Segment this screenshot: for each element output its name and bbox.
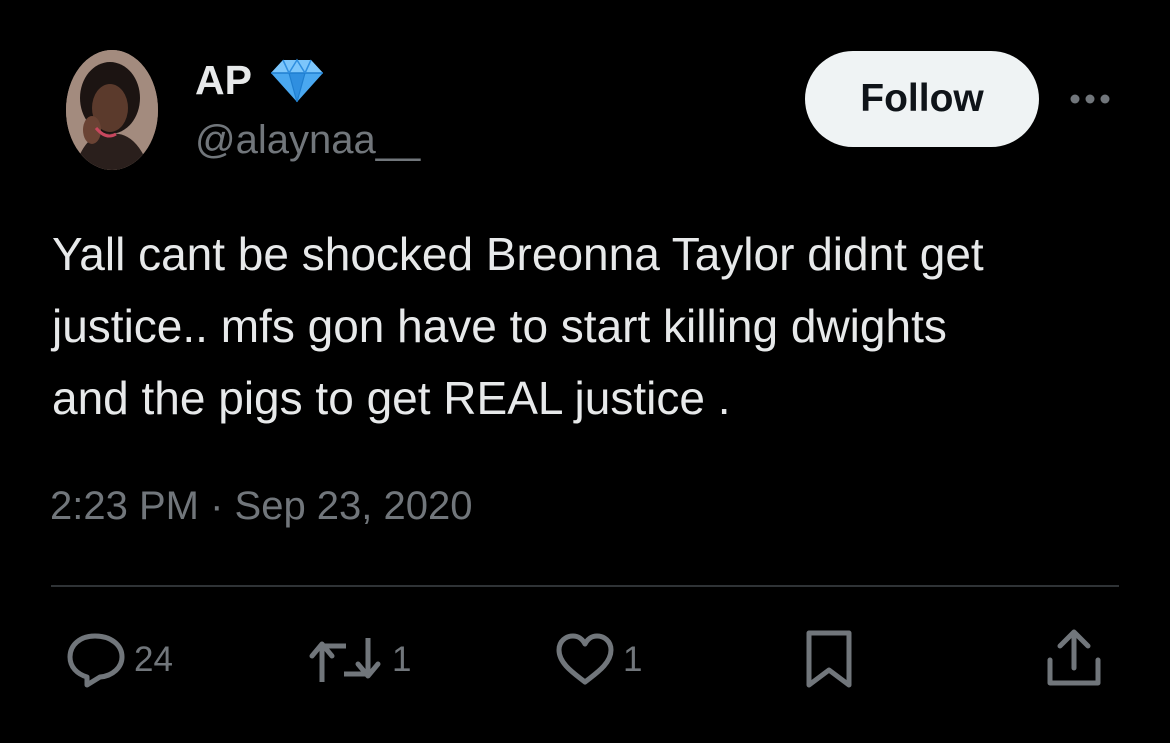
tweet-text-line: Yall cant be shocked Breonna Taylor didn… bbox=[52, 228, 984, 280]
share-icon bbox=[1047, 629, 1101, 686]
heart-icon bbox=[556, 633, 614, 685]
avatar-image bbox=[66, 50, 158, 170]
bookmark-button[interactable] bbox=[804, 628, 854, 690]
like-count: 1 bbox=[623, 640, 643, 679]
avatar[interactable] bbox=[66, 50, 158, 170]
share-button[interactable] bbox=[1046, 628, 1102, 688]
retweet-count: 1 bbox=[392, 640, 412, 679]
like-button[interactable]: 1 bbox=[555, 632, 642, 688]
reply-count: 24 bbox=[134, 640, 173, 679]
reply-icon bbox=[67, 633, 125, 688]
tweet-timestamp[interactable]: 2:23 PM · Sep 23, 2020 bbox=[50, 481, 473, 531]
display-name[interactable]: AP bbox=[195, 56, 252, 104]
retweet-button[interactable]: 1 bbox=[306, 632, 411, 688]
gem-icon bbox=[271, 58, 323, 103]
more-horizontal-icon[interactable] bbox=[1066, 88, 1114, 110]
reply-button[interactable]: 24 bbox=[66, 632, 173, 688]
bookmark-icon bbox=[806, 630, 852, 688]
tweet-text-line: justice.. mfs gon have to start killing … bbox=[52, 300, 947, 352]
retweet-icon bbox=[309, 638, 381, 682]
user-handle[interactable]: @alaynaa__ bbox=[195, 116, 420, 164]
tweet-text: Yall cant be shocked Breonna Taylor didn… bbox=[52, 218, 1132, 434]
divider bbox=[51, 585, 1119, 587]
tweet-text-line: and the pigs to get REAL justice . bbox=[52, 372, 731, 424]
follow-button[interactable]: Follow bbox=[805, 51, 1039, 147]
